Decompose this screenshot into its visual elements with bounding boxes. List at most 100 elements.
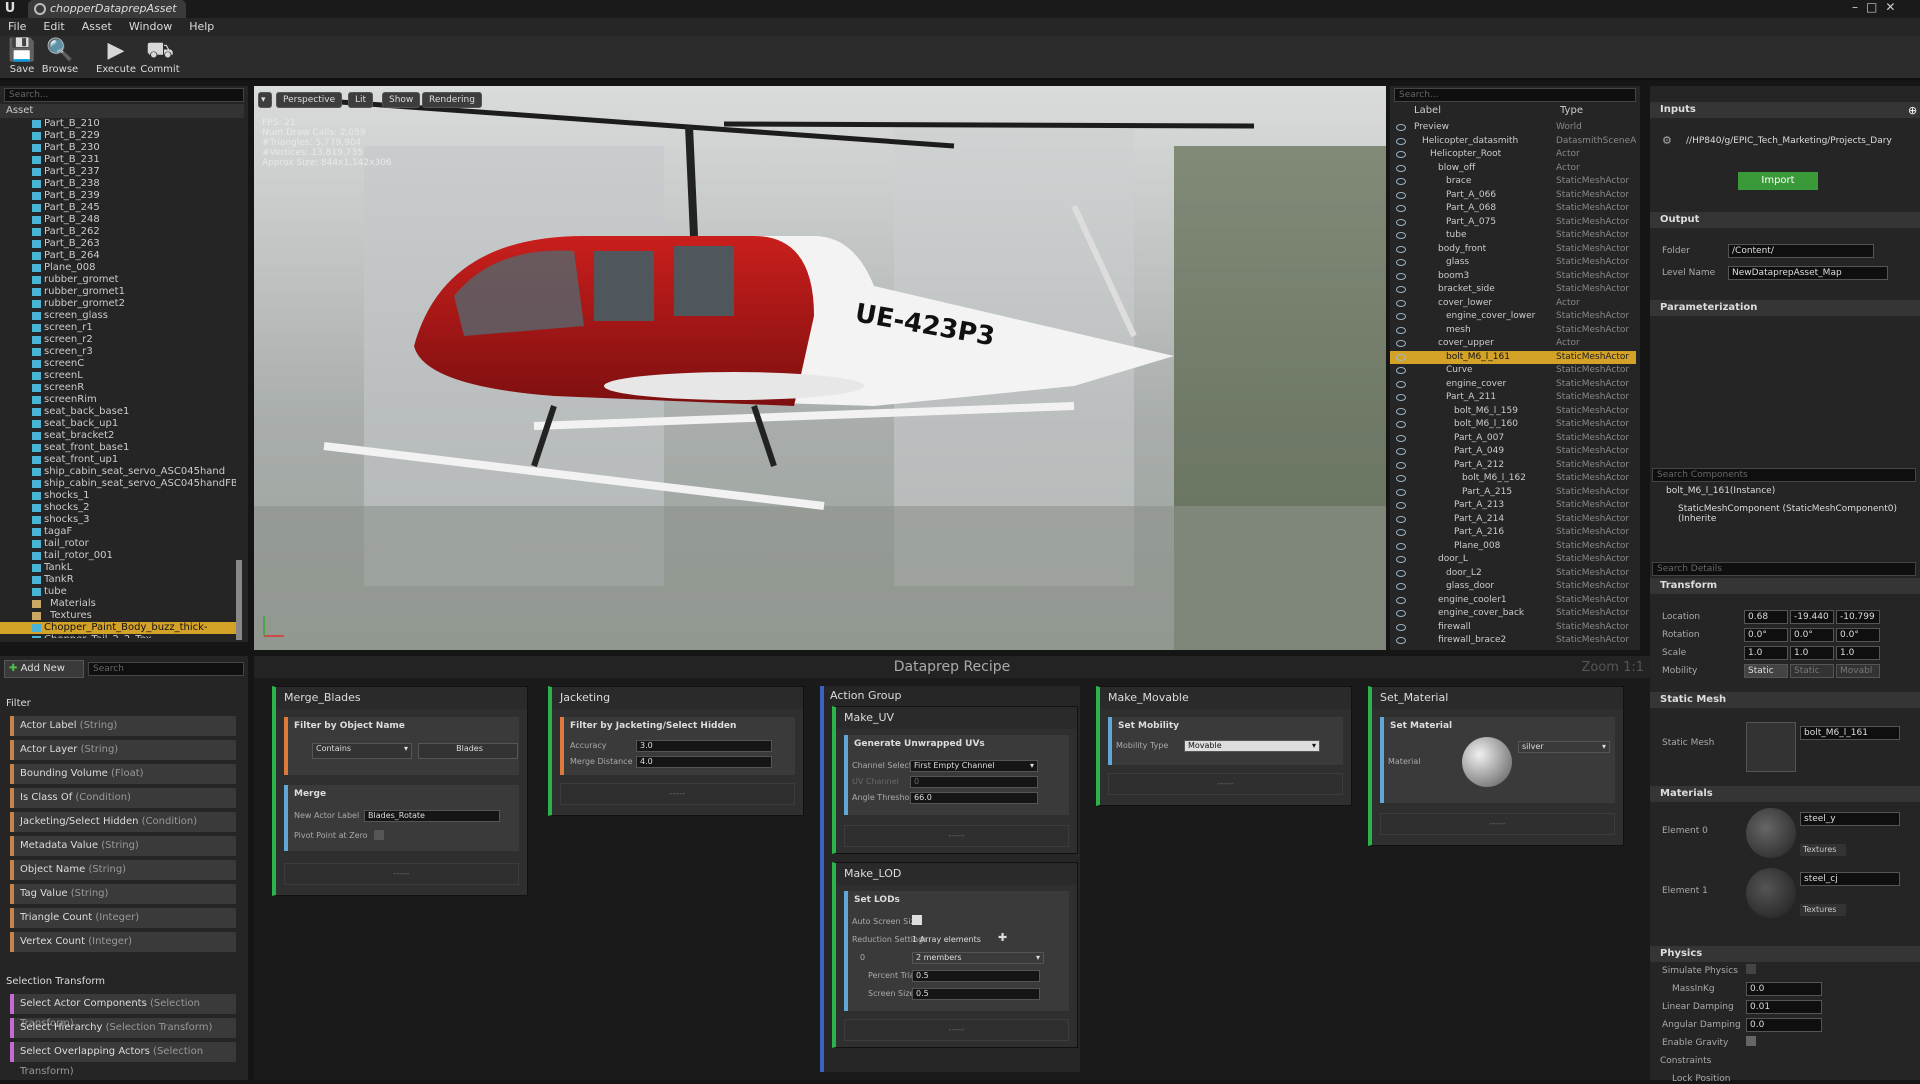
material0-field[interactable]: steel_y [1800, 812, 1900, 826]
selection-item[interactable]: Select Actor Components (Selection Trans… [10, 994, 236, 1029]
make-lod-drop-zone[interactable]: ----- [844, 1019, 1069, 1041]
visibility-eye-icon[interactable] [1396, 556, 1406, 563]
rotation-y[interactable]: 0.0° [1790, 628, 1834, 642]
visibility-eye-icon[interactable] [1396, 286, 1406, 293]
visibility-eye-icon[interactable] [1396, 191, 1406, 199]
filter-item[interactable]: Jacketing/Select Hidden (Condition) [10, 812, 236, 832]
texture-item[interactable]: Chopper_Paint_Body_buzz_thick-01_2_2 [0, 622, 236, 638]
asset-item[interactable]: Part_B_210 [0, 118, 236, 130]
visibility-eye-icon[interactable] [1396, 488, 1406, 496]
merge-blades-block[interactable]: Merge_Blades Filter by Object Name Conta… [272, 686, 528, 896]
outliner-row[interactable]: firewall StaticMeshActor [1390, 621, 1636, 635]
visibility-eye-icon[interactable] [1396, 569, 1406, 577]
outliner-row[interactable]: engine_cover StaticMeshActor [1390, 378, 1636, 392]
mass-field[interactable]: 0.0 [1746, 982, 1822, 996]
visibility-eye-icon[interactable] [1396, 461, 1406, 469]
set-material-step[interactable]: Set Material Material silver [1380, 717, 1615, 803]
material-dropdown[interactable]: silver [1518, 741, 1610, 753]
asset-item[interactable]: Part_B_231 [0, 154, 236, 166]
outliner-row[interactable]: boom3 StaticMeshActor [1390, 270, 1636, 284]
asset-item[interactable]: Plane_008 [0, 262, 236, 274]
outliner-row[interactable]: Part_A_216 StaticMeshActor [1390, 526, 1636, 540]
visibility-eye-icon[interactable] [1396, 326, 1406, 334]
set-lods-step[interactable]: Set LODs Auto Screen Size Reduction Sett… [844, 891, 1069, 1011]
show-button[interactable]: Show [382, 92, 421, 108]
material0-thumbnail[interactable] [1746, 808, 1796, 858]
asset-item[interactable]: Part_B_237 [0, 166, 236, 178]
screen-size-field[interactable]: 0.5 [912, 988, 1040, 1000]
visibility-eye-icon[interactable] [1396, 313, 1406, 320]
close-icon[interactable]: ✕ [1885, 0, 1895, 16]
textures-button-1[interactable]: Textures [1800, 904, 1846, 916]
texture-item[interactable]: Chopper_Tail_2_2_Tex [0, 634, 236, 638]
asset-item[interactable]: tail_rotor [0, 538, 236, 550]
material-thumbnail[interactable] [1462, 737, 1512, 787]
asset-item[interactable]: screen_r2 [0, 334, 236, 346]
outliner-row[interactable]: bracket_side StaticMeshActor [1390, 283, 1636, 297]
mobility-static[interactable]: Static [1744, 664, 1788, 678]
asset-item[interactable]: TankL [0, 562, 236, 574]
outliner-row[interactable]: tube StaticMeshActor [1390, 229, 1636, 243]
accuracy-field[interactable]: 3.0 [636, 740, 772, 752]
outliner-row[interactable]: engine_cooler1 StaticMeshActor [1390, 594, 1636, 608]
enable-gravity-checkbox[interactable] [1746, 1036, 1756, 1046]
viewport[interactable]: UE-423P3 ▾ Perspective Lit Show Renderin… [254, 86, 1386, 650]
asset-item[interactable]: screenR [0, 382, 236, 394]
visibility-eye-icon[interactable] [1396, 637, 1406, 644]
visibility-eye-icon[interactable] [1396, 610, 1406, 617]
make-movable-block[interactable]: Make_Movable Set Mobility Mobility Type … [1096, 686, 1352, 806]
outliner-col-type[interactable]: Type [1560, 104, 1583, 118]
angular-damping-field[interactable]: 0.0 [1746, 1018, 1822, 1032]
jacketing-block[interactable]: Jacketing Filter by Jacketing/Select Hid… [548, 686, 804, 816]
visibility-eye-icon[interactable] [1396, 583, 1406, 590]
material1-field[interactable]: steel_cj [1800, 872, 1900, 886]
scale-z[interactable]: 1.0 [1836, 646, 1880, 660]
asset-item[interactable]: Part_B_262 [0, 226, 236, 238]
asset-item[interactable]: shocks_2 [0, 502, 236, 514]
asset-scrollbar[interactable] [236, 560, 242, 640]
viewport-options-button[interactable]: ▾ [258, 92, 272, 108]
percent-triangles-field[interactable]: 0.5 [912, 970, 1040, 982]
rendering-button[interactable]: Rendering [422, 92, 482, 108]
outliner-row[interactable]: engine_cover_back StaticMeshActor [1390, 607, 1636, 621]
set-material-drop-zone[interactable]: ----- [1380, 813, 1615, 835]
import-button[interactable]: Import [1738, 172, 1818, 190]
merge-blades-drop-zone[interactable]: ----- [284, 863, 519, 885]
filter-item[interactable]: Actor Layer (String) [10, 740, 236, 760]
jacketing-filter-step[interactable]: Filter by Jacketing/Select Hidden Accura… [560, 717, 795, 775]
location-z[interactable]: -10.799 [1836, 610, 1880, 624]
dataprep-recipe-graph[interactable]: Dataprep Recipe Zoom 1:1 Merge_Blades Fi… [254, 656, 1650, 1080]
instance-row[interactable]: bolt_M6_l_161(Instance) [1666, 486, 1775, 496]
filter-by-object-name-step[interactable]: Filter by Object Name Contains Blades [284, 717, 519, 775]
members-dropdown[interactable]: 2 members [912, 952, 1044, 964]
outliner-row[interactable]: Part_A_211 StaticMeshActor [1390, 391, 1636, 405]
asset-column-header[interactable]: Asset [0, 104, 244, 118]
visibility-eye-icon[interactable] [1396, 596, 1406, 604]
channel-selection-dropdown[interactable]: First Empty Channel [910, 760, 1038, 772]
outliner-row[interactable]: brace StaticMeshActor [1390, 175, 1636, 189]
component-row[interactable]: StaticMeshComponent (StaticMeshComponent… [1678, 504, 1920, 524]
contains-dropdown[interactable]: Contains [312, 743, 412, 759]
scale-y[interactable]: 1.0 [1790, 646, 1834, 660]
outliner-col-label[interactable]: Label [1414, 104, 1441, 118]
asset-item[interactable]: rubber_gromet1 [0, 286, 236, 298]
asset-item[interactable]: seat_front_up1 [0, 454, 236, 466]
execute-button[interactable]: ▶ Execute [94, 38, 138, 78]
asset-item[interactable]: Part_B_238 [0, 178, 236, 190]
outliner-row[interactable]: Curve StaticMeshActor [1390, 364, 1636, 378]
gear-icon[interactable]: ⚙ [1662, 134, 1672, 147]
asset-item[interactable]: rubber_gromet [0, 274, 236, 286]
make-uv-drop-zone[interactable]: ----- [844, 825, 1069, 847]
visibility-eye-icon[interactable] [1396, 178, 1406, 185]
minimize-icon[interactable]: – [1852, 0, 1858, 16]
mobility-type-dropdown[interactable]: Movable [1184, 740, 1320, 752]
merge-step[interactable]: Merge New Actor Label Blades_Rotate Pivo… [284, 785, 519, 851]
visibility-eye-icon[interactable] [1396, 623, 1406, 631]
outliner-row[interactable]: Part_A_075 StaticMeshActor [1390, 216, 1636, 230]
asset-item[interactable]: Part_B_230 [0, 142, 236, 154]
simulate-physics-checkbox[interactable] [1746, 964, 1756, 974]
asset-item[interactable]: tube [0, 586, 236, 598]
outliner-row[interactable]: glass StaticMeshActor [1390, 256, 1636, 270]
asset-item[interactable]: screenC [0, 358, 236, 370]
outliner-row[interactable]: mesh StaticMeshActor [1390, 324, 1636, 338]
